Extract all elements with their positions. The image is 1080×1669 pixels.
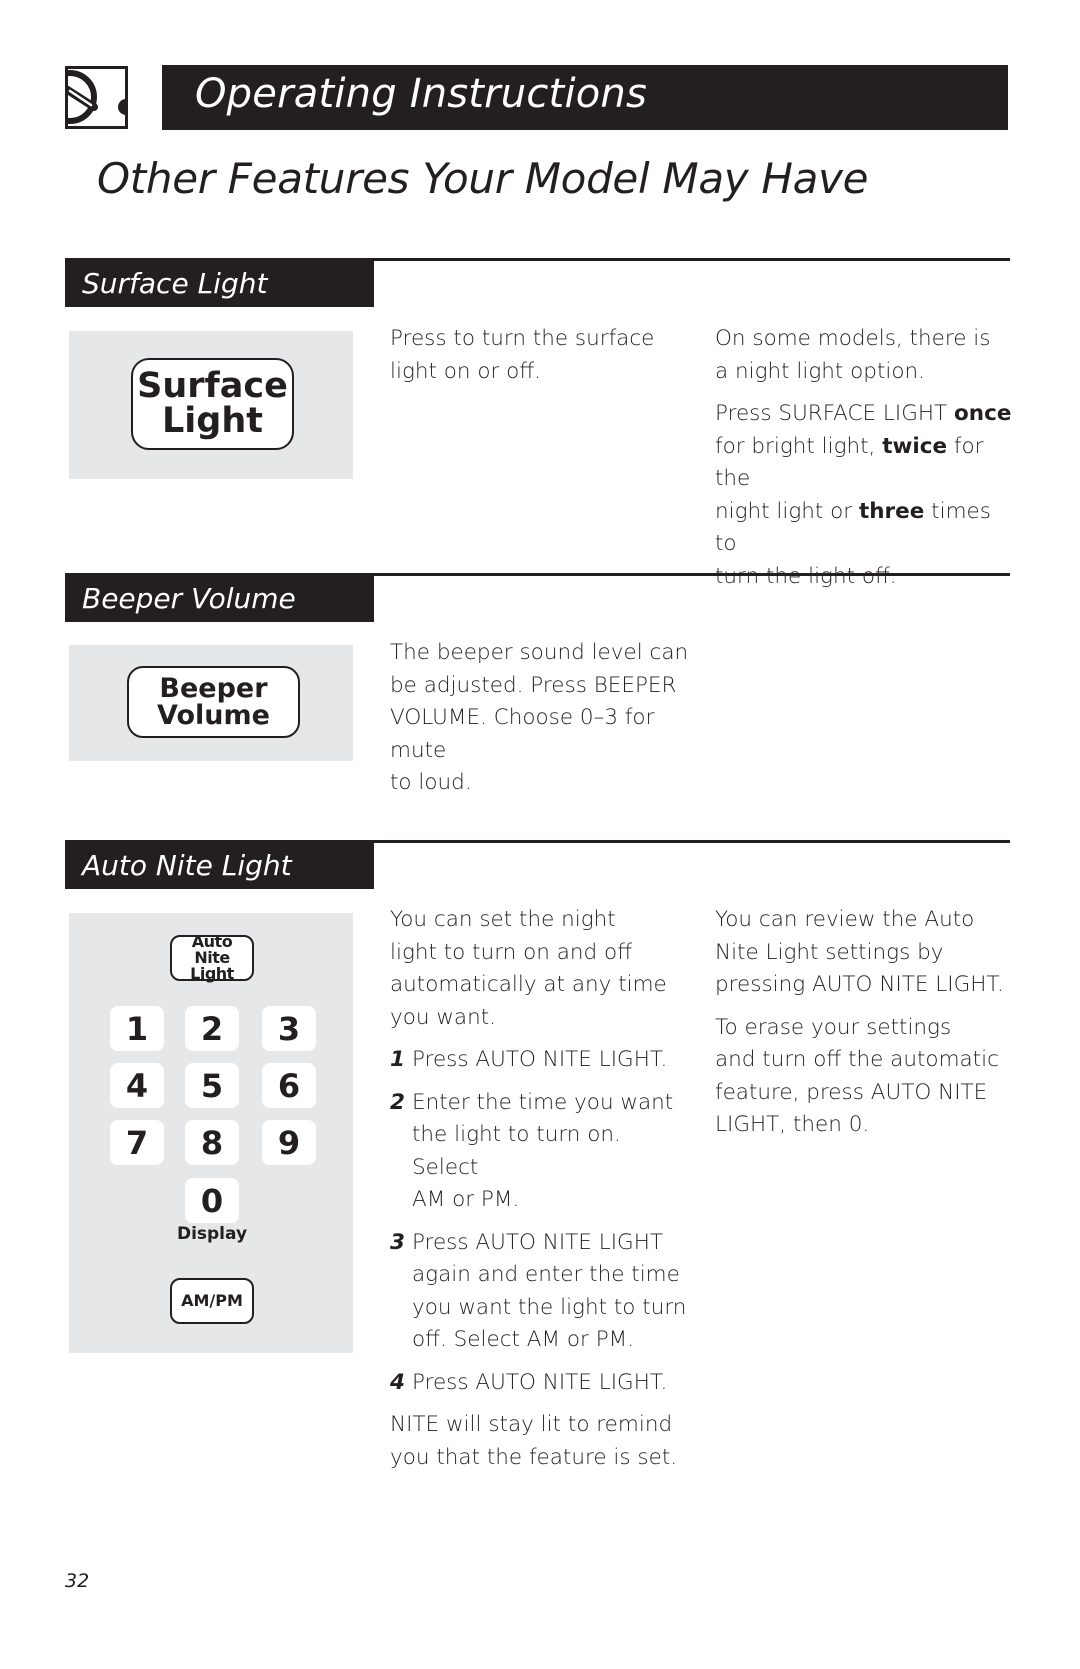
surface-light-panel: Surface Light — [69, 331, 353, 479]
section-title: Surface Light — [82, 267, 268, 300]
text-line: light on or off. — [390, 358, 541, 384]
key-label-line1: Beeper — [159, 673, 268, 704]
keypad-key-0[interactable]: 0 — [185, 1178, 239, 1223]
step-number: 3 — [390, 1229, 405, 1255]
key-label: AM/PM — [181, 1291, 243, 1310]
text-line: VOLUME. Choose 0–3 for — [390, 705, 655, 730]
text-line: AM or PM. — [412, 1187, 520, 1212]
emphasis-once: once — [954, 401, 1012, 426]
section-title: Beeper Volume — [82, 582, 296, 615]
step-item: 4 Press AUTO NITE LIGHT. — [390, 1367, 690, 1400]
key-label-line2: Light — [190, 964, 234, 983]
beeper-volume-key[interactable]: Beeper Volume — [127, 666, 300, 738]
emphasis-twice: twice — [882, 433, 948, 459]
step-item: 2 Enter the time you want the light to t… — [390, 1087, 690, 1217]
section-heading-auto-nite-light: Auto Nite Light — [65, 842, 374, 889]
step-number: 2 — [390, 1089, 405, 1115]
surface-light-night-option: On some models, there is a night light op… — [715, 323, 1015, 593]
auto-nite-light-review-erase: You can review the Auto Nite Light setti… — [715, 904, 1015, 1142]
text-line: pressing AUTO NITE LIGHT. — [715, 972, 1004, 997]
emphasis-three: three — [858, 498, 925, 524]
auto-nite-light-key[interactable]: Auto Nite Light — [170, 932, 254, 983]
text-line: You can set the night — [390, 907, 616, 932]
keypad-key-2[interactable]: 2 — [185, 1006, 239, 1051]
keypad-key-9[interactable]: 9 — [262, 1120, 316, 1165]
auto-nite-light-instructions: You can set the night light to turn on a… — [390, 904, 690, 1474]
keypad-key-3[interactable]: 3 — [262, 1006, 316, 1051]
text-line: turn the light off. — [715, 563, 897, 589]
ge-range-knob-icon — [65, 66, 128, 129]
display-label: Display — [176, 1224, 248, 1244]
beeper-volume-description: The beeper sound level can be adjusted. … — [390, 637, 690, 800]
text-line: LIGHT, then 0. — [715, 1112, 870, 1137]
key-label-line1: Auto Nite — [191, 932, 233, 967]
text-line: On some models, there is — [715, 326, 991, 351]
page-subtitle: Other Features Your Model May Have — [97, 154, 869, 203]
beeper-volume-panel: Beeper Volume — [69, 645, 353, 761]
step-number: 1 — [390, 1047, 405, 1072]
text-line: mute — [390, 737, 447, 763]
text-line: a night light option. — [715, 358, 925, 384]
text-line: off. Select AM or PM. — [412, 1327, 635, 1352]
key-label-line2: Volume — [157, 700, 270, 731]
text-line: Enter the time you want — [412, 1089, 674, 1115]
step-item: 3 Press AUTO NITE LIGHT again and enter … — [390, 1227, 690, 1357]
text-line: be adjusted. Press BEEPER — [390, 672, 677, 698]
step-item: 1 Press AUTO NITE LIGHT. — [390, 1044, 690, 1077]
am-pm-key[interactable]: AM/PM — [170, 1278, 254, 1324]
keypad-key-4[interactable]: 4 — [110, 1063, 164, 1108]
text-line: The beeper sound level can — [390, 640, 689, 665]
text-line: to loud. — [390, 770, 472, 795]
text-line: Press SURFACE LIGHT — [715, 401, 955, 426]
keypad-key-8[interactable]: 8 — [185, 1120, 239, 1165]
key-label-line1: Surface — [137, 366, 288, 406]
text-line: you want the light to turn — [412, 1294, 687, 1320]
section-heading-beeper-volume: Beeper Volume — [65, 575, 374, 622]
surface-light-key[interactable]: Surface Light — [131, 358, 294, 450]
page-number: 32 — [65, 1570, 90, 1592]
keypad-key-7[interactable]: 7 — [110, 1120, 164, 1165]
text-line: you want. — [390, 1004, 496, 1030]
text-line: you that the feature is set. — [390, 1444, 678, 1470]
keypad-key-5[interactable]: 5 — [185, 1063, 239, 1108]
section-title: Auto Nite Light — [82, 849, 292, 882]
text-line: for bright light, — [715, 433, 883, 459]
text-line: automatically at any time — [390, 972, 667, 997]
surface-light-description: Press to turn the surface light on or off… — [390, 323, 680, 388]
header-bar: Operating Instructions — [162, 65, 1008, 130]
text-line: Press AUTO NITE LIGHT. — [412, 1047, 668, 1072]
text-line: Nite Light settings by — [715, 939, 944, 965]
step-number: 4 — [390, 1369, 405, 1395]
text-line: night light or — [715, 498, 859, 524]
key-label-line2: Light — [161, 401, 263, 441]
auto-nite-light-panel: Auto Nite Light 1 2 3 4 5 6 7 8 9 0 Disp… — [69, 913, 353, 1353]
text-line: To erase your settings — [715, 1014, 952, 1040]
text-line: You can review the Auto — [715, 907, 975, 932]
section-heading-surface-light: Surface Light — [65, 260, 374, 307]
text-line: again and enter the time — [412, 1262, 680, 1287]
text-line: NITE will stay lit to remind — [390, 1412, 673, 1437]
text-line: feature, press AUTO NITE — [715, 1079, 988, 1105]
text-line: Press to turn the surface — [390, 326, 655, 351]
page-header-title: Operating Instructions — [195, 71, 648, 117]
text-line: Press AUTO NITE LIGHT — [412, 1229, 664, 1255]
keypad-key-6[interactable]: 6 — [262, 1063, 316, 1108]
text-line: Press AUTO NITE LIGHT. — [412, 1369, 668, 1395]
text-line: and turn off the automatic — [715, 1047, 999, 1072]
keypad-key-1[interactable]: 1 — [110, 1006, 164, 1051]
text-line: the light to turn on. Select — [412, 1122, 621, 1180]
text-line: light to turn on and off — [390, 939, 633, 965]
